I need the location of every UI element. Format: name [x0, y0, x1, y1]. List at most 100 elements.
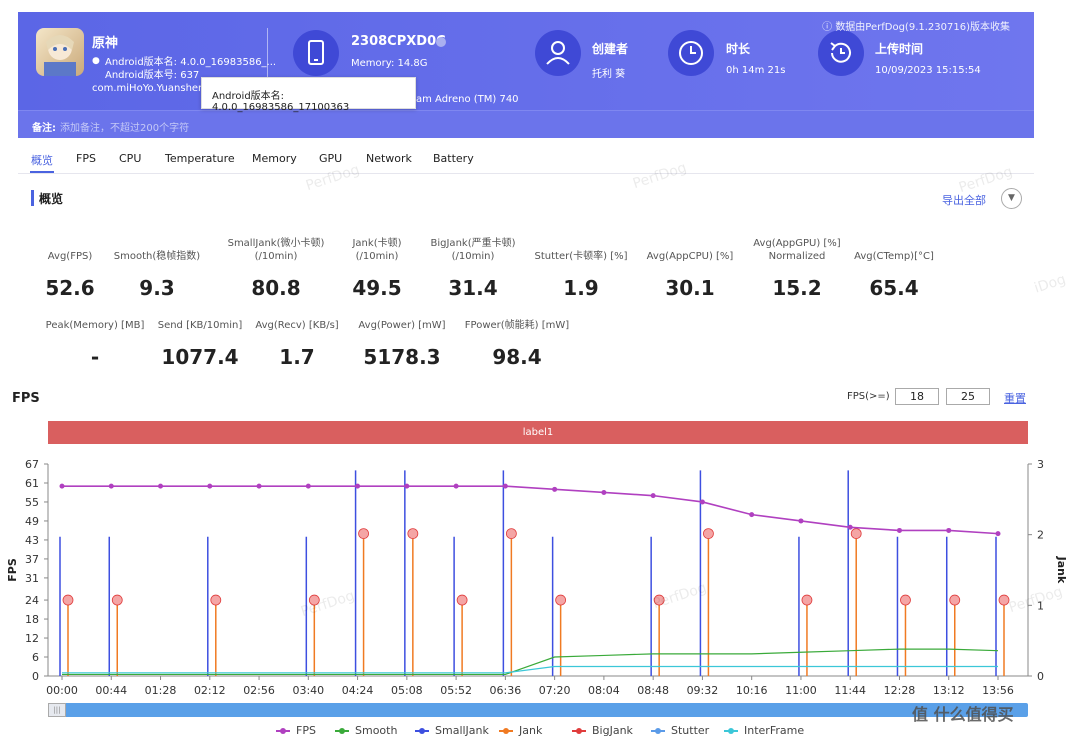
tab-gpu[interactable]: GPU	[319, 152, 342, 165]
x-tick-label: 07:20	[539, 684, 571, 697]
metric-value: 65.4	[869, 276, 919, 300]
tab-bar: 概览 FPS CPU Temperature Memory GPU Networ…	[18, 146, 1034, 174]
remark-input[interactable]: 添加备注，不超过200个字符	[60, 119, 189, 134]
legend-item[interactable]: Stutter	[651, 724, 709, 737]
watermark-idog: iDog	[1032, 271, 1068, 297]
legend-item[interactable]: FPS	[276, 724, 316, 737]
package-name: com.miHoYo.Yuanshen	[92, 83, 205, 94]
legend-swatch	[335, 728, 349, 734]
bigjank-marker	[407, 528, 419, 540]
bigjank-marker	[505, 528, 517, 540]
y-tick-label: 43	[25, 534, 39, 547]
legend-dot	[655, 728, 661, 734]
legend-item[interactable]: Smooth	[335, 724, 397, 737]
history-icon	[818, 30, 864, 76]
user-icon	[535, 30, 581, 76]
fps-point	[207, 483, 213, 489]
legend-item[interactable]: InterFrame	[724, 724, 804, 737]
device-memory: Memory: 14.8G	[351, 58, 428, 69]
tab-temperature[interactable]: Temperature	[165, 152, 235, 165]
y-axis-title: FPS	[6, 558, 19, 582]
metric-label: FPower(帧能耗) [mW]	[464, 320, 570, 331]
android-icon: ●	[92, 56, 100, 66]
fps-point	[355, 483, 361, 489]
y-tick-label: 61	[25, 477, 39, 490]
tab-memory[interactable]: Memory	[252, 152, 297, 165]
tab-battery[interactable]: Battery	[433, 152, 474, 165]
x-tick-label: 12:28	[884, 684, 916, 697]
legend-dot	[419, 728, 425, 734]
metric-value: 5178.3	[363, 345, 441, 369]
fps-point	[59, 483, 65, 489]
timeline-scrollbar[interactable]: |||	[48, 703, 1028, 717]
x-tick-label: 05:52	[440, 684, 472, 697]
y2-tick-label: 0	[1037, 670, 1044, 683]
label-band[interactable]: label1	[48, 421, 1028, 444]
duration-value: 0h 14m 21s	[726, 65, 786, 76]
info-circle-icon: ⓘ	[822, 22, 833, 33]
watermark-perfdog: PerfDog	[650, 579, 709, 613]
legend-swatch	[499, 728, 513, 734]
creator-label: 创建者	[592, 42, 629, 56]
legend-dot	[728, 728, 734, 734]
bigjank-marker	[801, 594, 813, 606]
fps-point	[650, 493, 656, 499]
fps-point	[404, 483, 410, 489]
y-tick-label: 0	[32, 670, 39, 683]
duration-label: 时长	[726, 42, 751, 56]
report-header: 原神 ● Android版本名: 4.0.0_16983586_... Andr…	[18, 12, 1034, 138]
legend-label: SmallJank	[435, 724, 489, 737]
legend-swatch	[276, 728, 290, 734]
fps-threshold-input-2[interactable]: 25	[946, 388, 990, 405]
site-watermark-text: 值 什么值得买	[912, 705, 1014, 724]
fps-panel-title: FPS	[12, 391, 40, 406]
x-tick-label: 03:40	[292, 684, 324, 697]
bigjank-marker	[555, 594, 567, 606]
remark-label: 备注:	[32, 123, 56, 134]
fps-threshold-input-1[interactable]: 18	[895, 388, 939, 405]
fps-point	[108, 483, 114, 489]
legend-label: Jank	[519, 724, 543, 737]
tab-fps[interactable]: FPS	[76, 152, 96, 165]
fps-point	[847, 524, 853, 530]
legend-swatch	[572, 728, 586, 734]
clock-icon	[668, 30, 714, 76]
y-tick-label: 55	[25, 496, 39, 509]
bigjank-marker	[210, 594, 222, 606]
info-icon[interactable]	[436, 37, 446, 47]
metric-value: 98.4	[492, 345, 542, 369]
x-tick-label: 13:12	[933, 684, 965, 697]
remark-bar[interactable]: 备注: 添加备注，不超过200个字符	[18, 110, 1034, 138]
tab-overview[interactable]: 概览	[31, 152, 53, 168]
metric-value: 30.1	[665, 276, 715, 300]
legend-item[interactable]: Jank	[499, 724, 542, 737]
bigjank-marker	[456, 594, 468, 606]
metric-value: 1.7	[279, 345, 315, 369]
y-tick-label: 6	[32, 651, 39, 664]
interframe-line	[62, 665, 998, 674]
tab-overview-underline	[30, 171, 54, 173]
upload-label: 上传时间	[875, 42, 924, 56]
x-tick-label: 09:32	[687, 684, 719, 697]
tab-network[interactable]: Network	[366, 152, 412, 165]
tab-cpu[interactable]: CPU	[119, 152, 141, 165]
collapse-button[interactable]: ▼	[1001, 188, 1022, 209]
reset-link[interactable]: 重置	[1004, 390, 1026, 406]
fps-point	[158, 483, 164, 489]
fps-point	[995, 531, 1001, 537]
y-tick-label: 37	[25, 553, 39, 566]
fps-point	[552, 486, 558, 492]
scrollbar-handle-left[interactable]: |||	[48, 703, 66, 717]
legend-item[interactable]: SmallJank	[415, 724, 489, 737]
app-name: 原神	[92, 36, 119, 51]
creator-value: 托利 葵	[592, 69, 626, 80]
smooth-line	[62, 648, 999, 676]
device-model: 2308CPXD0C	[351, 34, 446, 49]
android-version-code: Android版本号: 637	[105, 70, 200, 81]
y-tick-label: 12	[25, 632, 39, 645]
y-tick-label: 18	[25, 613, 39, 626]
legend-item[interactable]: BigJank	[572, 724, 633, 737]
x-tick-label: 08:04	[588, 684, 620, 697]
y-tick-label: 31	[25, 572, 39, 585]
chevron-down-icon: ▼	[1008, 193, 1015, 203]
